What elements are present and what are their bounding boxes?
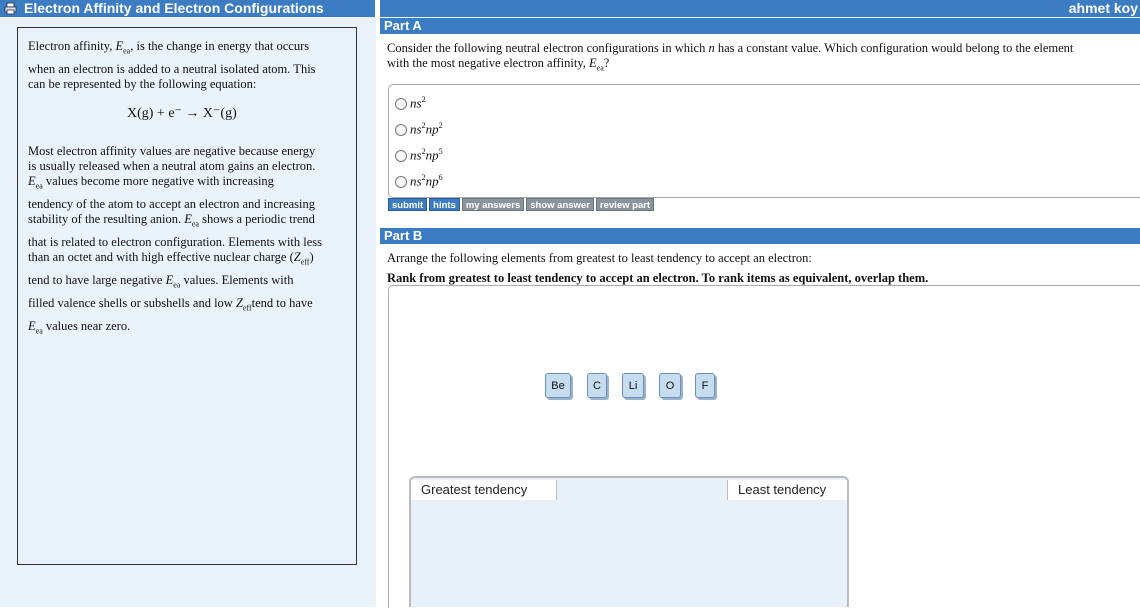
review-part-button[interactable]: review part [595,198,655,211]
submit-button[interactable]: submit [388,198,428,211]
tile-o[interactable]: O [659,373,681,398]
part-a-question: Consider the following neutral electron … [387,41,1074,55]
tile-c[interactable]: C [587,373,607,398]
info-line: Most electron affinity values are negati… [28,144,316,158]
tile-be[interactable]: Be [545,373,571,398]
option-ns2np6[interactable]: ns2np6 [395,169,443,189]
tile-f[interactable]: F [695,373,715,398]
radio-button[interactable] [395,98,407,111]
info-line: tend to have large negative Eea values. … [28,273,294,290]
info-line: that is related to electron configuratio… [28,235,323,249]
info-line: Electron affinity, Eea, is the change in… [28,39,310,56]
show-answer-button[interactable]: show answer [526,198,594,211]
equation: X(g) + e⁻ → X⁻(g) [127,106,237,121]
option-ns2[interactable]: ns2 [395,91,426,111]
radio-button[interactable] [395,124,407,137]
panel-separator [376,0,380,607]
info-line: stability of the resulting anion. Eea sh… [28,212,315,229]
info-line: filled valence shells or subshells and l… [28,296,313,313]
info-line: than an octet and with high effective nu… [28,250,314,267]
radio-button[interactable] [395,150,407,163]
user-bar [380,0,1140,17]
greatest-tendency-label: Greatest tendency [411,480,557,500]
part-a-question: with the most negative electron affinity… [387,56,610,73]
tile-li[interactable]: Li [622,373,644,398]
part-b-instruction: Arrange the following elements from grea… [387,251,812,265]
options-box [388,84,1140,198]
part-a-header: Part A [380,18,1140,34]
info-line: is usually released when a neutral atom … [28,159,316,173]
user-name[interactable]: ahmet koy [1069,0,1138,17]
info-line: tendency of the atom to accept an electr… [28,197,316,211]
part-a-buttons: submit hints my answers show answer review p… [388,198,656,211]
hints-button[interactable]: hints [429,198,460,211]
info-line: can be represented by the following equa… [28,77,257,91]
info-line: Eea values become more negative with inc… [28,174,274,191]
printer-icon[interactable] [4,2,17,15]
option-ns2np5[interactable]: ns2np5 [395,143,443,163]
info-line: Eea values near zero. [28,319,131,336]
info-line: when an electron is added to a neutral i… [28,62,316,76]
least-tendency-label: Least tendency [727,480,847,500]
page-title: Electron Affinity and Electron Configura… [24,0,324,16]
option-ns2np2[interactable]: ns2np2 [395,117,443,137]
part-b-rank-instruction: Rank from greatest to least tendency to … [387,271,929,285]
my-answers-button[interactable]: my answers [461,198,525,211]
part-b-header: Part B [380,228,1140,244]
radio-button[interactable] [395,176,407,189]
